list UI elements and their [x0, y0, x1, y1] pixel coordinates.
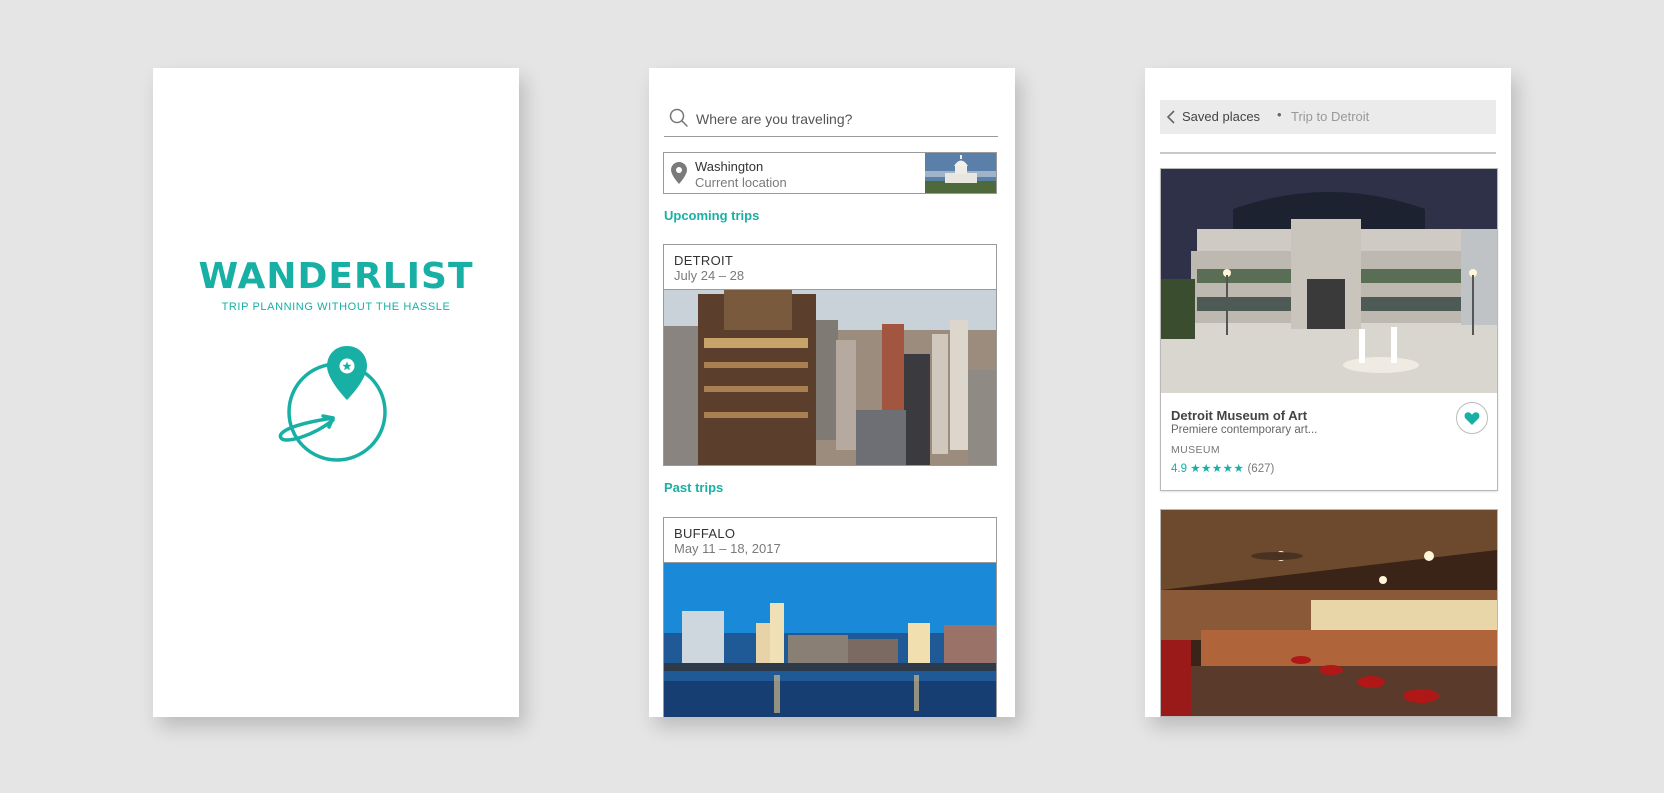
app-logo-title: WANDERLIST	[198, 256, 474, 297]
breadcrumb-parent-link[interactable]: Trip to Detroit	[1291, 109, 1369, 124]
search-icon	[669, 108, 688, 127]
search-input[interactable]	[694, 105, 988, 133]
rating-value: 4.9	[1171, 463, 1187, 475]
review-count: (627)	[1247, 463, 1275, 475]
trip-card-detroit[interactable]: DETROIT July 24 – 28	[663, 244, 997, 466]
breadcrumb-separator: •	[1277, 107, 1282, 122]
trip-dates: May 11 – 18, 2017	[674, 541, 781, 556]
place-rating: 4.9 ★★★★★ (627)	[1171, 461, 1274, 475]
chevron-left-icon[interactable]	[1166, 110, 1176, 124]
past-trips-heading: Past trips	[664, 480, 724, 495]
rating-stars: ★★★★★	[1190, 463, 1245, 475]
divider	[1160, 152, 1496, 154]
place-image-museum	[1161, 169, 1497, 393]
splash-screen: WANDERLIST TRIP PLANNING WITHOUT THE HAS…	[153, 68, 519, 717]
place-image-diner	[1161, 510, 1497, 716]
location-subtitle: Current location	[695, 175, 787, 190]
trip-name: DETROIT	[674, 253, 734, 268]
place-card[interactable]: Detroit Museum of Art Premiere contempor…	[1160, 168, 1498, 491]
trip-image-detroit-skyline	[664, 290, 996, 465]
upcoming-trips-heading: Upcoming trips	[664, 208, 760, 223]
trip-card-header: BUFFALO May 11 – 18, 2017	[664, 518, 996, 563]
saved-places-screen: Saved places • Trip to Detroit Detroit M…	[1145, 68, 1511, 717]
place-card[interactable]	[1160, 509, 1498, 717]
location-thumbnail-capitol	[925, 153, 996, 193]
trips-screen: Washington Current location Upcoming tri…	[649, 68, 1015, 717]
app-tagline: TRIP PLANNING WITHOUT THE HASSLE	[221, 301, 451, 313]
favorite-button[interactable]	[1456, 402, 1488, 434]
search-bar	[664, 100, 998, 137]
breadcrumb-current: Saved places	[1182, 109, 1261, 124]
location-name: Washington	[695, 159, 764, 174]
location-pin-icon	[671, 162, 687, 184]
trip-name: BUFFALO	[674, 526, 736, 541]
place-description: Premiere contemporary art...	[1171, 424, 1318, 436]
trip-card-buffalo[interactable]: BUFFALO May 11 – 18, 2017	[663, 517, 997, 717]
heart-icon	[1464, 412, 1480, 425]
place-name: Detroit Museum of Art	[1171, 408, 1308, 423]
globe-pin-icon	[278, 346, 387, 462]
place-category: MUSEUM	[1171, 444, 1221, 456]
current-location-card[interactable]: Washington Current location	[663, 152, 997, 194]
trip-card-header: DETROIT July 24 – 28	[664, 245, 996, 290]
breadcrumb: Saved places • Trip to Detroit	[1160, 100, 1496, 134]
trip-image-buffalo-harbor	[664, 563, 996, 717]
trip-dates: July 24 – 28	[674, 268, 745, 283]
